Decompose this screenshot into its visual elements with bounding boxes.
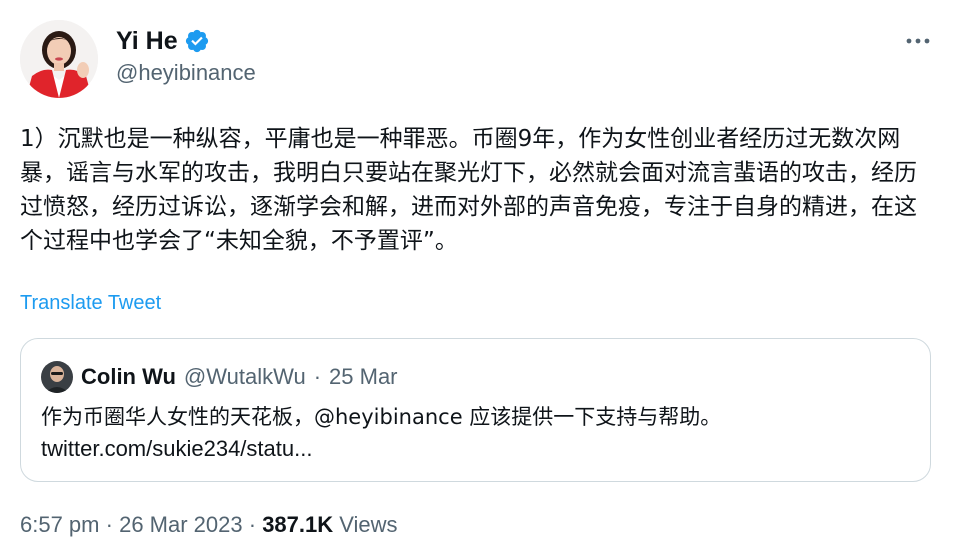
- tweet-time[interactable]: 6:57 pm: [20, 512, 100, 537]
- quoted-tweet-header: Colin Wu @WutalkWu · 25 Mar: [41, 361, 398, 393]
- author-display-name[interactable]: Yi He: [116, 27, 178, 56]
- quoted-author-avatar-image: [41, 361, 73, 393]
- quoted-author-handle[interactable]: @WutalkWu: [184, 364, 306, 390]
- quoted-meta-separator: ·: [313, 364, 322, 389]
- more-horizontal-icon[interactable]: [904, 34, 932, 48]
- author-name-row: Yi He: [116, 24, 256, 58]
- translate-tweet-link[interactable]: Translate Tweet: [20, 292, 161, 315]
- author-block: Yi He @heyibinance: [116, 24, 256, 86]
- quoted-author-display-name[interactable]: Colin Wu: [81, 364, 176, 390]
- author-avatar-image: [20, 20, 98, 98]
- views-count[interactable]: 387.1K: [262, 512, 333, 537]
- verified-badge-icon[interactable]: [184, 28, 210, 54]
- footer-separator: ·: [248, 512, 257, 537]
- views-label[interactable]: Views: [339, 512, 397, 537]
- quoted-tweet-body: 作为币圈华人女性的天花板，@heyibinance 应该提供一下支持与帮助。 t…: [41, 401, 911, 465]
- quoted-tweet-text: 作为币圈华人女性的天花板，@heyibinance 应该提供一下支持与帮助。: [41, 405, 722, 429]
- quoted-tweet-card[interactable]: Colin Wu @WutalkWu · 25 Mar 作为币圈华人女性的天花板…: [20, 338, 931, 482]
- author-handle[interactable]: @heyibinance: [116, 60, 256, 86]
- author-avatar[interactable]: [20, 20, 98, 98]
- quoted-author-avatar[interactable]: [41, 361, 73, 393]
- tweet-date[interactable]: 26 Mar 2023: [119, 512, 243, 537]
- footer-separator: ·: [105, 512, 113, 537]
- tweet-text: 1）沉默也是一种纵容，平庸也是一种罪恶。币圈9年，作为女性创业者经历过无数次网暴…: [20, 126, 917, 254]
- quoted-tweet-date[interactable]: 25 Mar: [329, 364, 397, 390]
- tweet-footer-meta: 6:57 pm · 26 Mar 2023 · 387.1K Views: [20, 512, 398, 538]
- quoted-tweet-link[interactable]: twitter.com/sukie234/statu...: [41, 433, 911, 465]
